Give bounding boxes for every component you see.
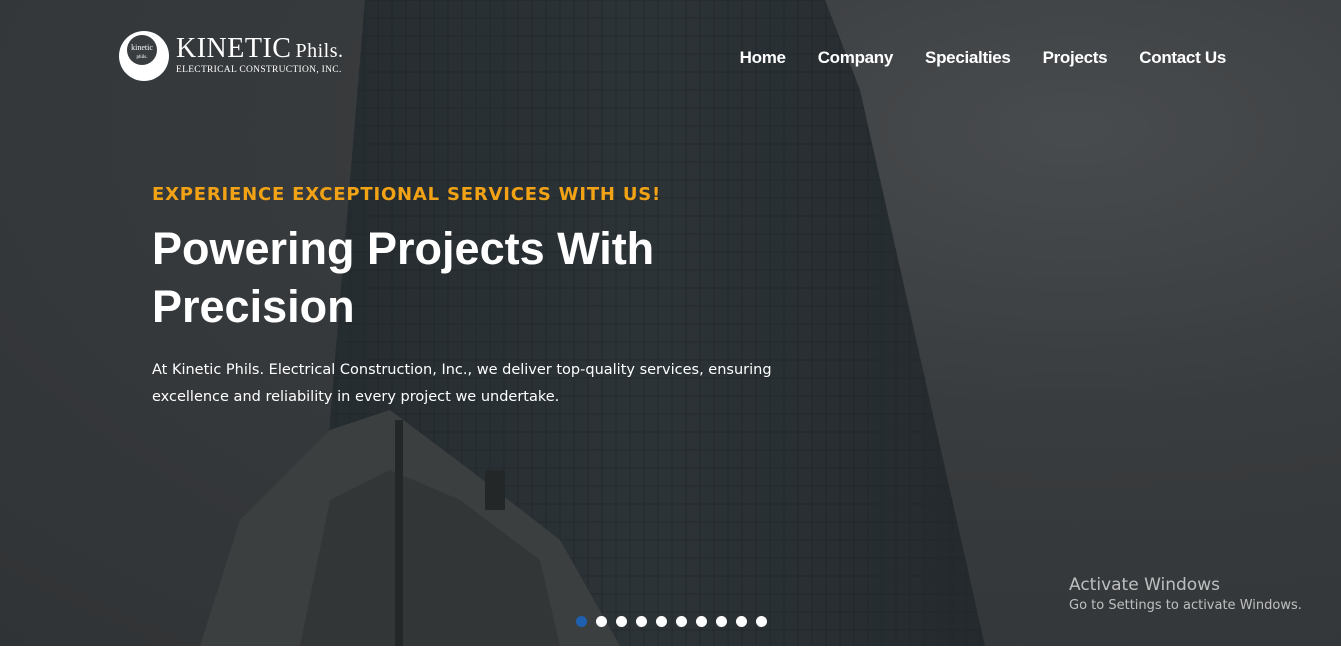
hero-headline-line2: Precision bbox=[152, 281, 355, 332]
nav-company[interactable]: Company bbox=[818, 48, 894, 68]
carousel-dot[interactable] bbox=[576, 616, 587, 627]
nav-home[interactable]: Home bbox=[740, 48, 786, 68]
brand-name: KINETIC bbox=[176, 33, 292, 64]
nav-specialties[interactable]: Specialties bbox=[925, 48, 1011, 68]
nav-contact-us[interactable]: Contact Us bbox=[1139, 48, 1226, 68]
watermark-title: Activate Windows bbox=[1069, 575, 1220, 595]
main-nav: Home Company Specialties Projects Contac… bbox=[740, 48, 1227, 68]
watermark-subtitle: Go to Settings to activate Windows. bbox=[1069, 598, 1302, 613]
svg-text:phils.: phils. bbox=[137, 55, 148, 60]
carousel-dot[interactable] bbox=[676, 616, 687, 627]
carousel-dot[interactable] bbox=[736, 616, 747, 627]
carousel-dot[interactable] bbox=[696, 616, 707, 627]
kinetic-circle-logo-icon: kinetic phils. bbox=[119, 31, 169, 81]
hero-headline-line1: Powering Projects With bbox=[152, 223, 655, 274]
carousel-dot[interactable] bbox=[756, 616, 767, 627]
carousel-dot[interactable] bbox=[596, 616, 607, 627]
hero-headline: Powering Projects With Precision bbox=[152, 220, 772, 336]
svg-text:kinetic: kinetic bbox=[131, 43, 153, 52]
carousel-pagination bbox=[576, 616, 767, 627]
hero-eyebrow: EXPERIENCE EXCEPTIONAL SERVICES WITH US! bbox=[152, 184, 662, 205]
carousel-dot[interactable] bbox=[656, 616, 667, 627]
windows-activation-watermark: Activate Windows Go to Settings to activ… bbox=[1069, 574, 1302, 616]
carousel-dot[interactable] bbox=[716, 616, 727, 627]
hero-section: kinetic phils. KINETIC Phils. ELECTRICAL … bbox=[0, 0, 1341, 646]
carousel-dot[interactable] bbox=[636, 616, 647, 627]
nav-projects[interactable]: Projects bbox=[1043, 48, 1108, 68]
carousel-dot[interactable] bbox=[616, 616, 627, 627]
brand-name-suffix: Phils. bbox=[295, 40, 344, 62]
brand-logo[interactable]: kinetic phils. KINETIC Phils. ELECTRICAL … bbox=[118, 30, 344, 82]
brand-subtitle: ELECTRICAL CONSTRUCTION, INC. bbox=[176, 65, 342, 75]
hero-description: At Kinetic Phils. Electrical Constructio… bbox=[152, 362, 772, 405]
